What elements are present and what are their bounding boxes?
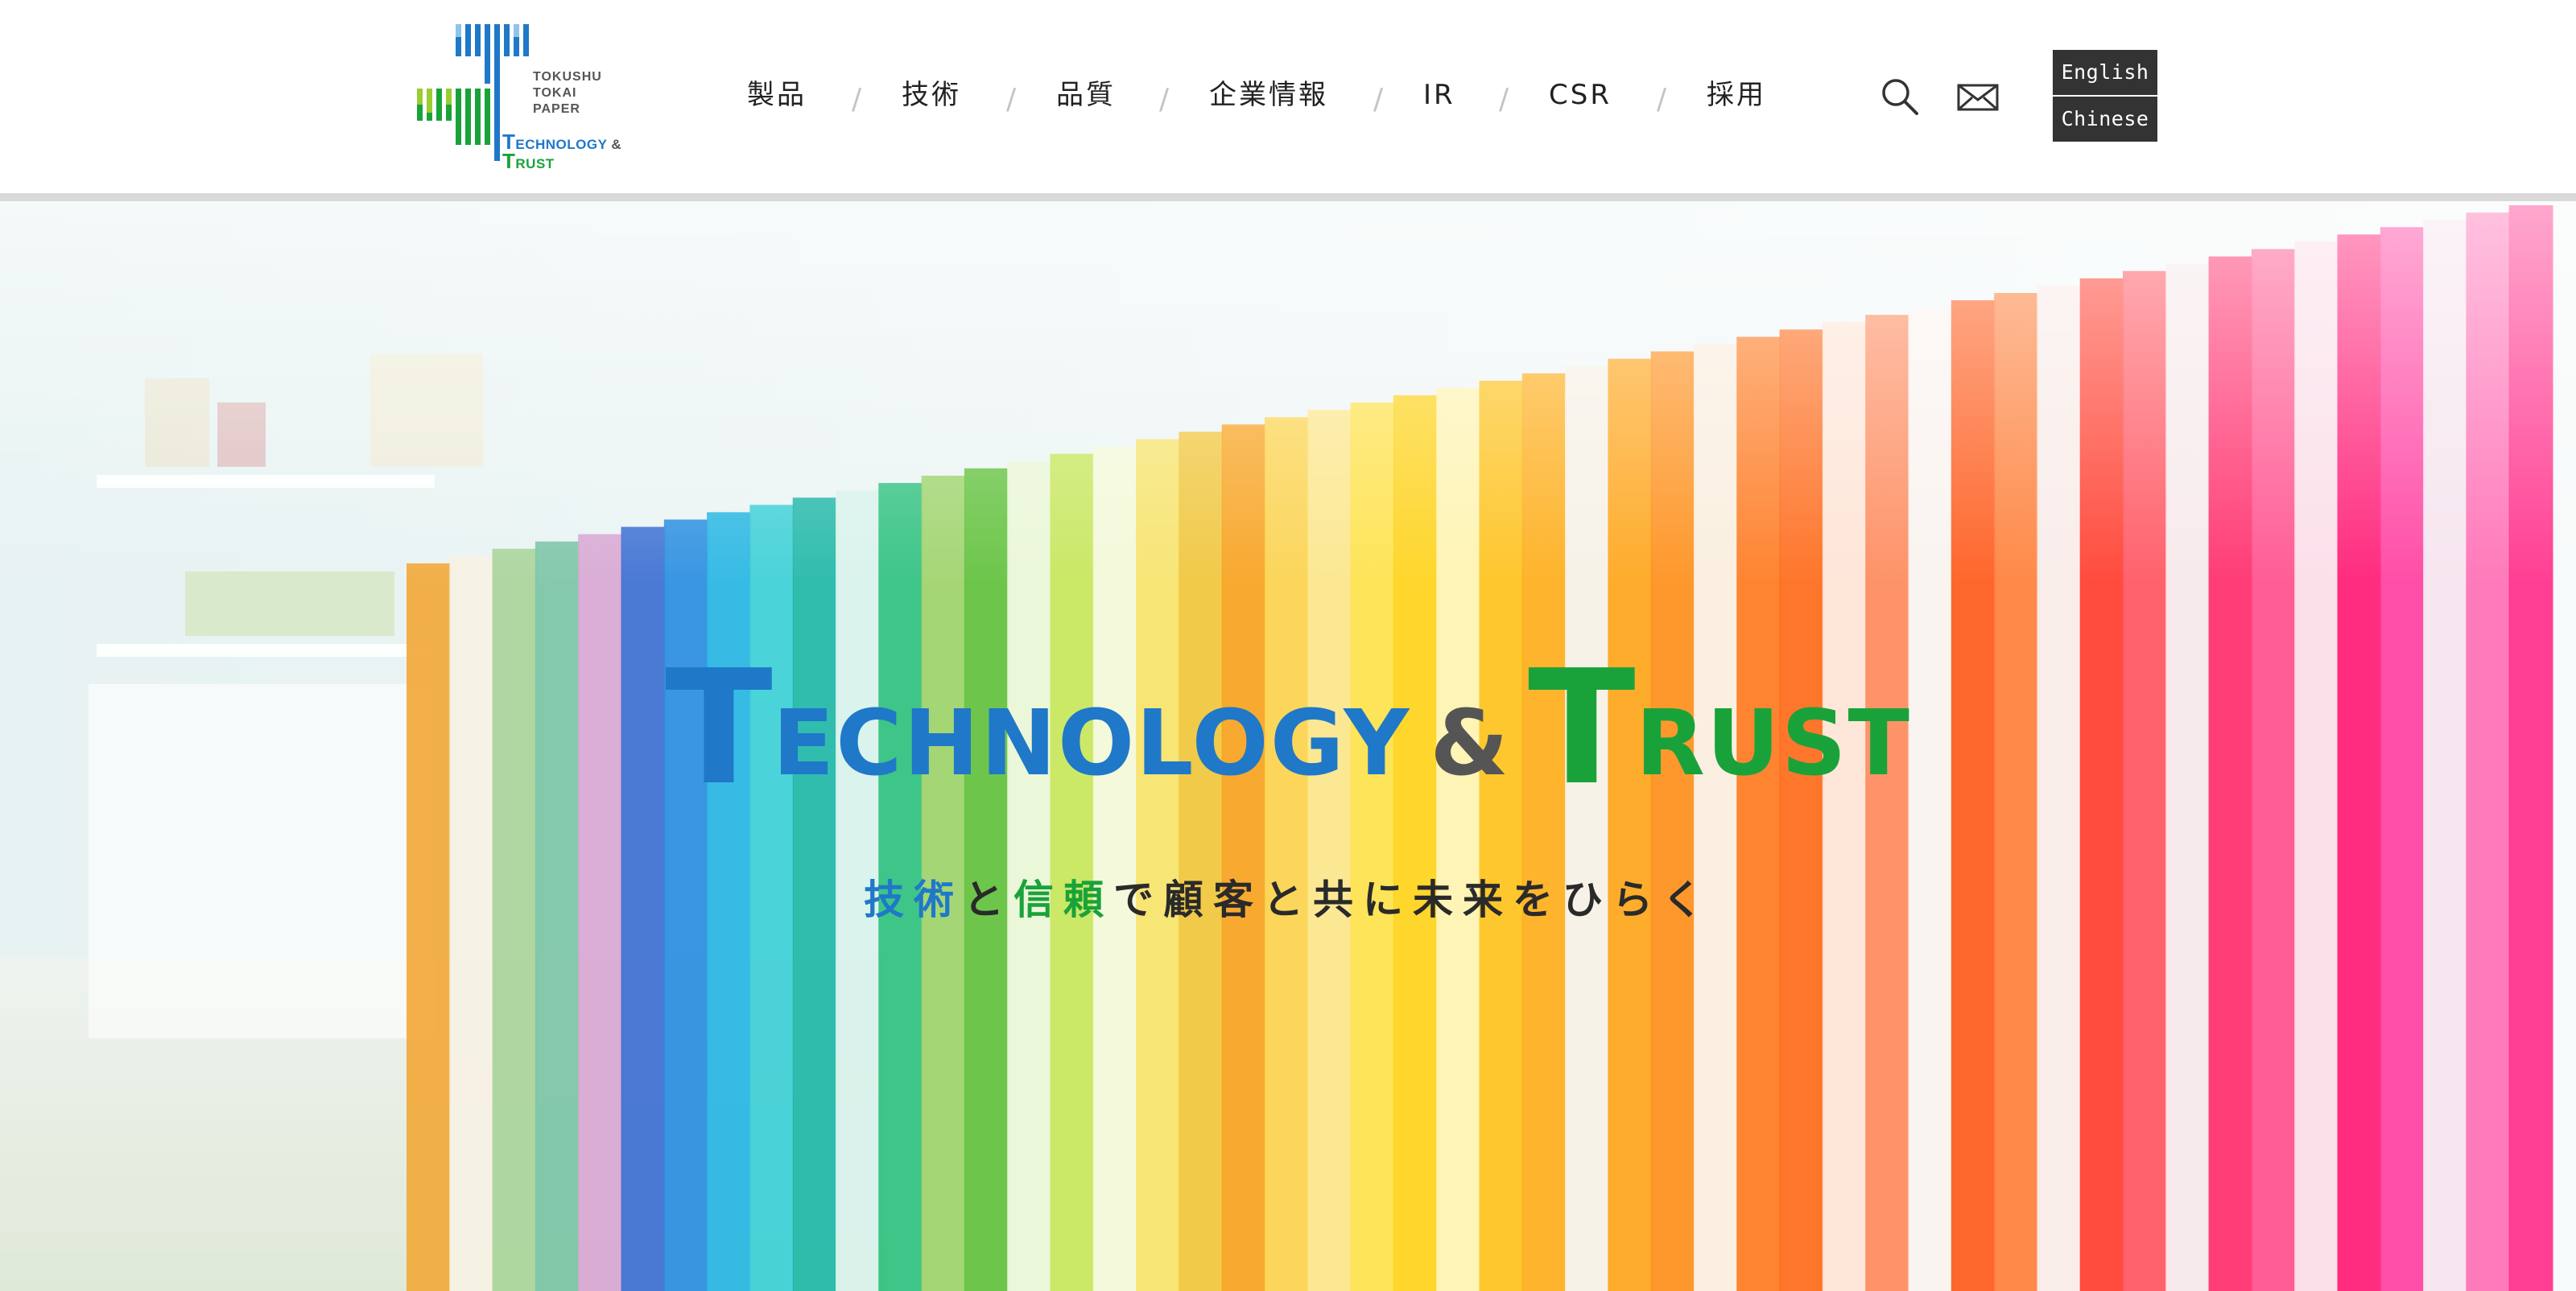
nav-separator: / xyxy=(1657,83,1667,116)
contact-button[interactable] xyxy=(1956,76,1999,118)
mail-icon xyxy=(1957,84,1999,111)
logo-tagline: TECHNOLOGY & TRUST xyxy=(502,131,622,173)
logo-line: PAPER xyxy=(533,102,580,116)
language-english-button[interactable]: English xyxy=(2053,50,2157,95)
hero-subtitle-trust: 信頼 xyxy=(1013,876,1113,923)
hero-section: TECHNOLOGY & TRUST 技術と信頼で顧客と共に未来をひらく xyxy=(0,201,2576,1291)
nav-separator: / xyxy=(1373,83,1384,116)
logo-tag-initial: T xyxy=(502,149,516,173)
logo-line: TOKAI xyxy=(533,86,577,100)
logo-tag-amp: & xyxy=(611,137,622,152)
nav-item-ir[interactable]: IR xyxy=(1423,72,1455,118)
nav-separator: / xyxy=(1499,83,1509,116)
search-icon xyxy=(1882,79,1918,115)
hero-title-amp: & xyxy=(1430,691,1509,796)
nav-item-products[interactable]: 製品 xyxy=(747,72,807,118)
hero-title: TECHNOLOGY & TRUST xyxy=(0,637,2576,820)
hero-title-word: ECHNOLOGY xyxy=(772,691,1411,796)
nav-item-technology[interactable]: 技術 xyxy=(902,72,961,118)
hero-subtitle-text: で顧客と共に未来をひらく xyxy=(1113,876,1712,923)
logo-line: TOKUSHU xyxy=(533,70,602,84)
language-chinese-button[interactable]: Chinese xyxy=(2053,97,2157,142)
hero-title-initial: T xyxy=(665,637,773,820)
header-divider xyxy=(0,193,2576,201)
hero-subtitle: 技術と信頼で顧客と共に未来をひらく xyxy=(0,868,2576,926)
nav-item-csr[interactable]: CSR xyxy=(1549,72,1612,118)
logo-tag-word: RUST xyxy=(515,156,555,171)
logo-company-name: TOKUSHU TOKAI PAPER xyxy=(533,69,602,118)
hero-title-initial: T xyxy=(1527,637,1636,820)
logo-tag-word: ECHNOLOGY xyxy=(515,137,608,152)
hero-title-word: RUST xyxy=(1635,691,1911,796)
nav-item-recruit[interactable]: 採用 xyxy=(1707,72,1766,118)
company-logo[interactable]: TOKUSHU TOKAI PAPER TECHNOLOGY & TRUST xyxy=(417,21,634,174)
site-header: TOKUSHU TOKAI PAPER TECHNOLOGY & TRUST 製… xyxy=(0,0,2576,193)
nav-separator: / xyxy=(1006,83,1017,116)
search-button[interactable] xyxy=(1879,76,1921,118)
nav-item-company[interactable]: 企業情報 xyxy=(1209,72,1328,118)
nav-separator: / xyxy=(852,83,862,116)
hero-subtitle-text: と xyxy=(964,876,1013,923)
hero-subtitle-technology: 技術 xyxy=(864,876,964,923)
nav-item-quality[interactable]: 品質 xyxy=(1056,72,1116,118)
nav-separator: / xyxy=(1159,83,1170,116)
